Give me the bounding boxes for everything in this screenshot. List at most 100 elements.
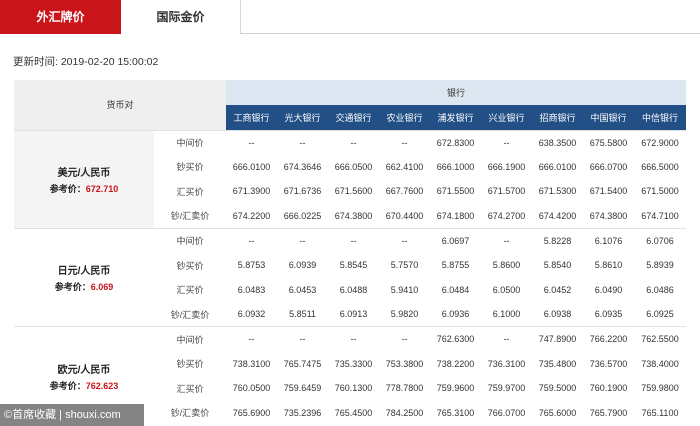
tab-gold-price[interactable]: 国际金价: [121, 0, 241, 34]
rate-value: 6.0936: [441, 309, 470, 320]
rate-value: 672.9000: [634, 129, 687, 155]
update-time: 更新时间: 2019-02-20 15:00:02: [13, 56, 159, 68]
rate-table-body: 美元/人民币 参考价：672.710 中间价 -- -- -- -- 672.8300 -- 63…: [14, 129, 687, 426]
bank-header: 交通银行: [328, 105, 380, 130]
rate-value: 6.0697: [430, 227, 482, 253]
rate-row: 欧元/人民币 参考价：762.623 中间价 -- -- -- -- 762.6300 -- 74…: [14, 326, 687, 426]
rate-value: 738.4000: [641, 358, 679, 369]
rate-value: 674.3800: [589, 210, 628, 221]
bank-header: 中国银行: [583, 105, 635, 130]
rate-value: 5.8755: [441, 260, 470, 271]
rate-value: 670.4400: [385, 210, 424, 221]
bank-header: 农业银行: [379, 105, 431, 130]
bank-header: 浦发银行: [430, 105, 482, 130]
rate-value: 6.0939: [288, 260, 317, 271]
rate-value: 760.1900: [589, 383, 628, 394]
rate-value: 671.5300: [538, 186, 577, 197]
rate-value: 674.2200: [232, 210, 271, 221]
rate-value: 6.0932: [237, 309, 266, 320]
rate-value: --: [328, 129, 380, 155]
rate-value: 6.0452: [543, 284, 572, 295]
rate-value: --: [481, 129, 533, 155]
price-type-label: 中间价: [154, 129, 227, 155]
rate-value: --: [226, 129, 278, 155]
rate-value: 5.8540: [543, 260, 572, 271]
rate-value: --: [277, 227, 329, 253]
rate-value: 674.1800: [436, 210, 475, 221]
rate-value: 6.0484: [441, 284, 470, 295]
rate-value: 6.0490: [594, 284, 623, 295]
price-type-label: 中间价: [154, 227, 227, 253]
rate-value: 5.8753: [237, 260, 266, 271]
rate-value: 765.4500: [334, 407, 373, 418]
rate-value: 6.0913: [339, 309, 368, 320]
reference-price-value: 6.069: [90, 282, 114, 293]
rate-value: 666.0225: [283, 210, 322, 221]
rate-value: 6.1076: [583, 227, 635, 253]
tab-bar: 外汇牌价 国际金价: [0, 0, 700, 34]
rate-value: 6.0500: [492, 284, 521, 295]
rate-value: 674.3800: [334, 210, 373, 221]
price-type-label: 钞买价: [176, 162, 204, 173]
rate-value: 747.8900: [532, 326, 584, 352]
rate-value: 5.9820: [390, 309, 419, 320]
price-type-label: 钞买价: [176, 359, 204, 370]
rate-value: 666.0500: [334, 161, 373, 172]
price-type-label: 钞买价: [176, 260, 204, 271]
rate-value: 671.3900: [232, 186, 271, 197]
rate-value: 736.5700: [589, 358, 628, 369]
rate-value: --: [481, 227, 533, 253]
rate-value: 671.5000: [641, 186, 679, 197]
rate-value: 671.6736: [283, 186, 322, 197]
bank-header: 工商银行: [226, 105, 278, 130]
tab-forex-rates[interactable]: 外汇牌价: [0, 0, 121, 34]
rate-value: 760.0500: [232, 383, 271, 394]
rate-value: --: [277, 326, 329, 352]
rate-value: 671.5400: [589, 186, 628, 197]
currency-pair-header: 货币对: [14, 80, 227, 130]
rate-value: 759.5000: [538, 383, 577, 394]
rate-value: 759.6459: [283, 383, 322, 394]
rate-value: --: [328, 227, 380, 253]
reference-price-label: 参考价：: [54, 282, 91, 293]
rate-value: --: [226, 227, 278, 253]
rate-value: 6.0488: [339, 284, 368, 295]
rate-value: 765.1100: [641, 407, 679, 418]
rate-value: 766.0700: [487, 407, 526, 418]
reference-price-label: 参考价：: [49, 380, 86, 391]
rate-value: 784.2500: [385, 407, 424, 418]
rate-value: 671.5600: [334, 186, 373, 197]
rate-value: 5.8545: [339, 260, 368, 271]
rate-value: 753.3800: [385, 358, 424, 369]
price-type-label: 汇买价: [176, 186, 204, 197]
rate-value: 5.9410: [390, 284, 419, 295]
rate-value: --: [328, 326, 380, 352]
rate-value: 5.8511: [289, 309, 316, 320]
rate-value: 759.9600: [436, 383, 475, 394]
rate-value: 765.7475: [283, 358, 322, 369]
rate-value: 5.7570: [390, 260, 419, 271]
rate-value: 6.0706: [634, 227, 687, 253]
exchange-rate-table: 货币对 银行 工商银行 光大银行 交通银行 农业银行 浦发银行 兴业银行 招商银行 中国银行中…: [14, 80, 687, 426]
bank-header: 中信银行: [634, 105, 687, 130]
rate-value: 6.0925: [646, 309, 674, 320]
rate-value: 762.5500: [634, 326, 687, 352]
rate-value: 735.2396: [283, 407, 322, 418]
currency-pair-name: 日元/人民币: [57, 266, 111, 278]
rate-value: 6.1000: [492, 309, 521, 320]
bank-header: 光大银行: [277, 105, 329, 130]
rate-value: 778.7800: [385, 383, 424, 394]
rate-value: 674.2700: [487, 210, 526, 221]
rate-value: 674.7100: [641, 210, 679, 221]
rate-value: 5.8600: [492, 260, 521, 271]
rate-row: 美元/人民币 参考价：672.710 中间价 -- -- -- -- 672.8300 -- 63…: [14, 129, 687, 229]
currency-pair-cell: 日元/人民币 参考价：6.069: [14, 227, 154, 327]
rate-value: 6.0453: [288, 284, 317, 295]
rate-value: 760.1300: [334, 383, 373, 394]
rate-value: 666.0100: [538, 161, 577, 172]
rate-value: 6.0935: [594, 309, 623, 320]
rate-value: 738.2200: [436, 358, 475, 369]
price-type-label: 汇买价: [176, 285, 204, 296]
rate-value: 759.9800: [641, 383, 679, 394]
rate-value: 735.4800: [538, 358, 577, 369]
